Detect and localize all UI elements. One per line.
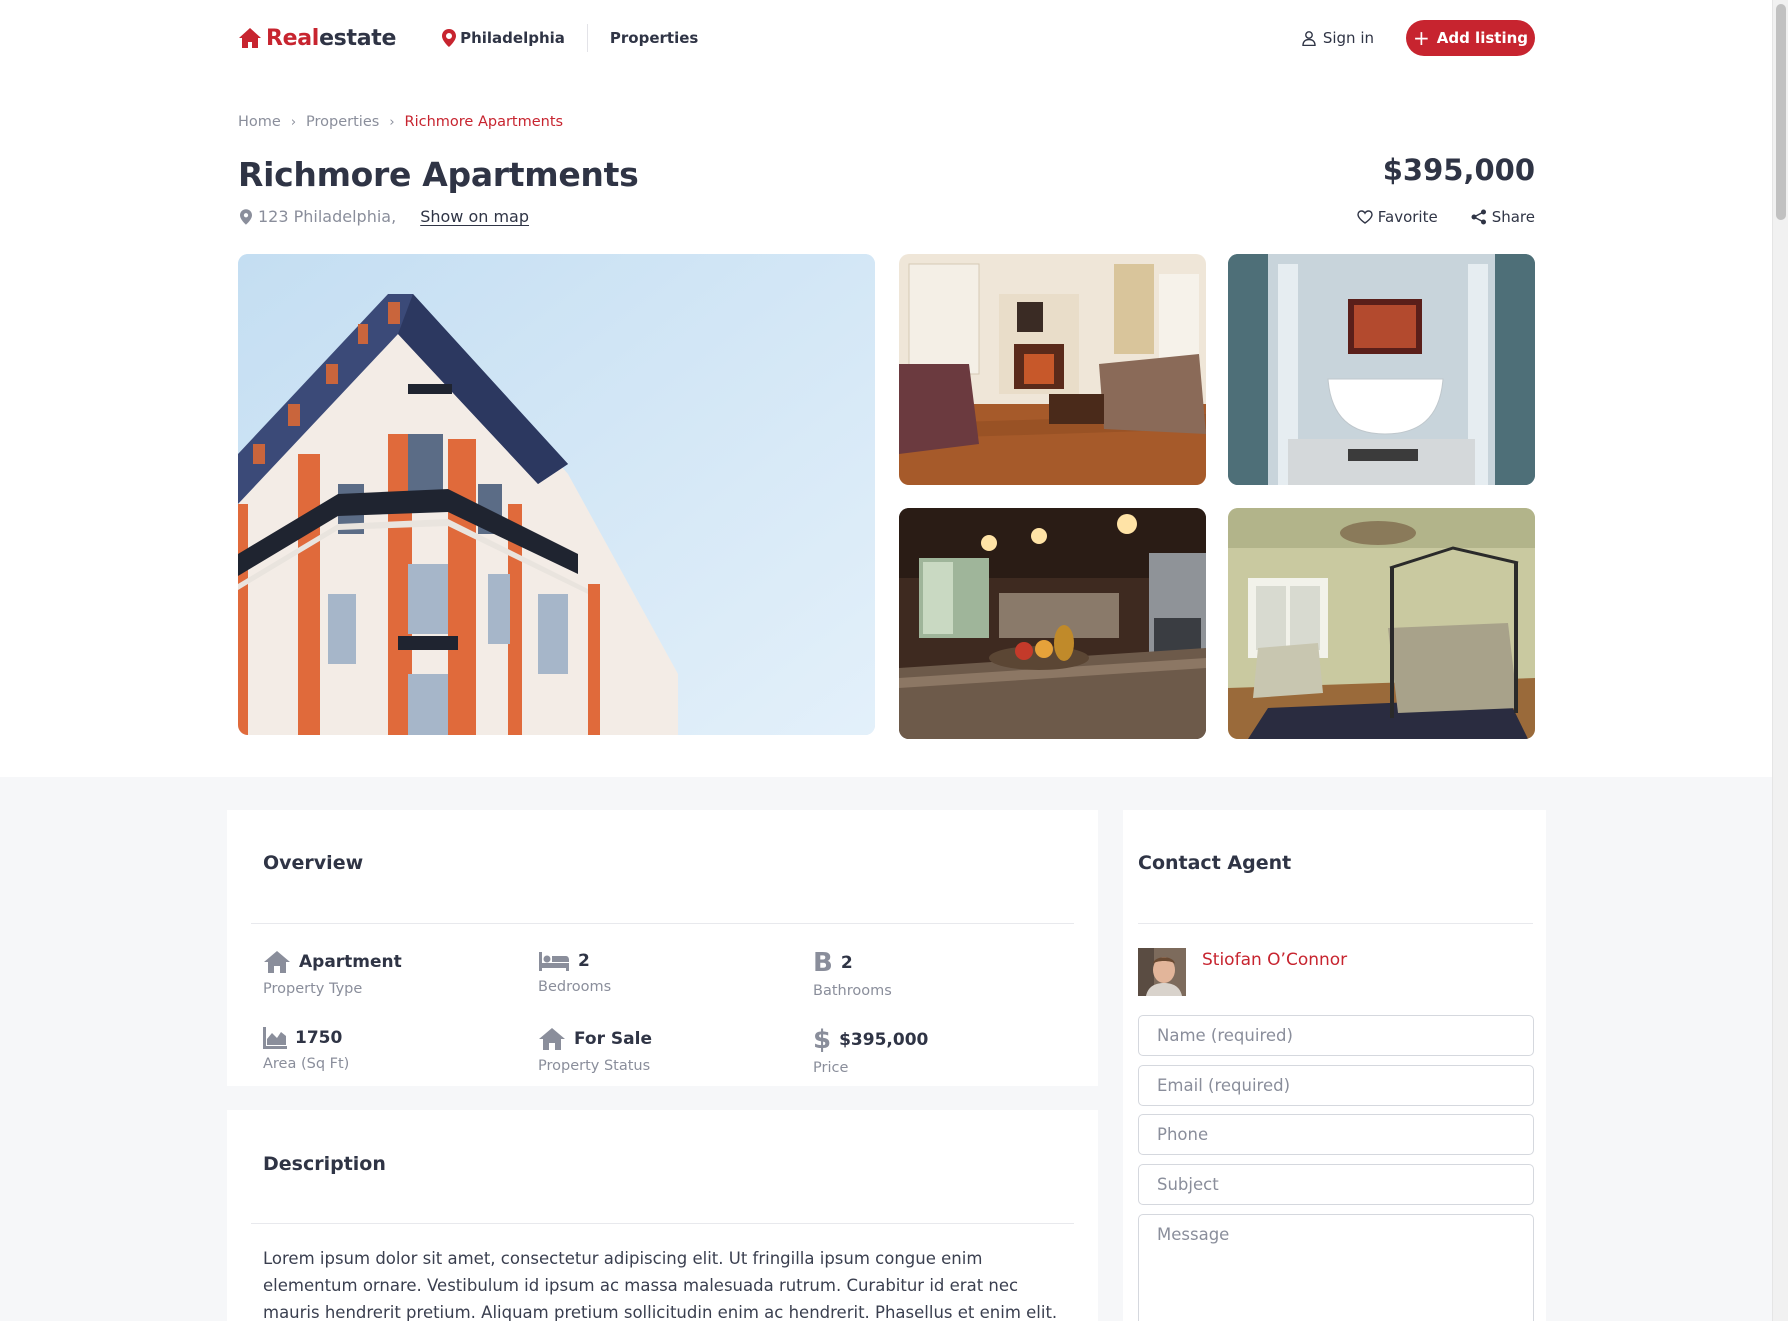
site-logo[interactable]: Real estate bbox=[238, 26, 396, 51]
share-label: Share bbox=[1491, 208, 1535, 226]
divider bbox=[251, 923, 1074, 924]
user-icon bbox=[1302, 30, 1316, 46]
breadcrumb-current: Richmore Apartments bbox=[404, 114, 564, 130]
description-card: Description Lorem ipsum dolor sit amet, … bbox=[227, 1110, 1098, 1321]
feature-label: Area (Sq Ft) bbox=[263, 1056, 350, 1072]
feature-value: 2 bbox=[840, 953, 853, 973]
divider bbox=[251, 1223, 1074, 1224]
scrollbar-thumb[interactable] bbox=[1776, 4, 1786, 220]
site-header: Real estate Philadelphia Properties Sign … bbox=[238, 18, 1535, 58]
feature-label: Property Type bbox=[263, 981, 363, 997]
add-listing-label: Add listing bbox=[1436, 29, 1528, 47]
home-icon bbox=[539, 1028, 565, 1050]
feature-value: Apartment bbox=[299, 952, 402, 972]
breadcrumb: Home › Properties › Richmore Apartments bbox=[238, 114, 563, 130]
feature-property-status: For Sale Property Status bbox=[538, 1027, 798, 1074]
listing-actions: Favorite Share bbox=[1357, 208, 1535, 226]
logo-text-estate: estate bbox=[319, 25, 397, 51]
gallery-main-photo[interactable] bbox=[238, 254, 875, 735]
chevron-right-icon: › bbox=[290, 114, 297, 130]
add-listing-button[interactable]: + Add listing bbox=[1406, 20, 1535, 56]
gallery-thumb-bathroom[interactable] bbox=[1228, 254, 1535, 485]
building-facade-illustration bbox=[238, 254, 875, 735]
phone-field[interactable] bbox=[1138, 1114, 1534, 1155]
description-title: Description bbox=[263, 1153, 386, 1175]
bed-icon bbox=[539, 952, 569, 971]
feature-value: 2 bbox=[578, 951, 590, 971]
breadcrumb-properties[interactable]: Properties bbox=[306, 114, 379, 130]
feature-bathrooms: B 2 Bathrooms bbox=[813, 950, 1073, 999]
feature-label: Bedrooms bbox=[538, 979, 612, 995]
favorite-button[interactable]: Favorite bbox=[1357, 208, 1438, 226]
agent-name-link[interactable]: Stiofan O’Connor bbox=[1202, 950, 1347, 970]
address-text: 123 Philadelphia, bbox=[258, 207, 397, 226]
feature-label: Price bbox=[813, 1060, 849, 1076]
contact-agent-card: Contact Agent Stiofan O’Connor bbox=[1123, 810, 1546, 1321]
chevron-right-icon: › bbox=[389, 114, 395, 130]
feature-area: 1750 Area (Sq Ft) bbox=[263, 1027, 523, 1072]
page-scrollbar[interactable] bbox=[1772, 0, 1788, 1321]
logo-text-real: Real bbox=[266, 25, 320, 51]
show-on-map-link[interactable]: Show on map bbox=[420, 207, 529, 226]
contact-title: Contact Agent bbox=[1138, 852, 1292, 874]
share-button[interactable]: Share bbox=[1471, 208, 1535, 226]
breadcrumb-home[interactable]: Home bbox=[238, 114, 281, 130]
bathroom-illustration bbox=[1228, 254, 1535, 485]
gallery-thumb-kitchen[interactable] bbox=[899, 508, 1206, 739]
area-chart-icon bbox=[263, 1027, 287, 1049]
nav-properties-link[interactable]: Properties bbox=[610, 29, 698, 47]
message-field[interactable] bbox=[1138, 1214, 1534, 1321]
details-section: Overview Apartment Property Type 2 Bedro… bbox=[0, 777, 1772, 1321]
kitchen-illustration bbox=[899, 508, 1206, 739]
feature-value: $395,000 bbox=[839, 1030, 929, 1050]
name-field[interactable] bbox=[1138, 1015, 1534, 1056]
feature-property-type: Apartment Property Type bbox=[263, 950, 523, 997]
bedroom-illustration bbox=[1228, 508, 1535, 739]
agent-info: Stiofan O’Connor bbox=[1138, 948, 1347, 996]
listing-address: 123 Philadelphia, Show on map bbox=[240, 207, 529, 226]
feature-bedrooms: 2 Bedrooms bbox=[538, 950, 798, 995]
feature-label: Bathrooms bbox=[813, 983, 892, 999]
agent-avatar[interactable] bbox=[1138, 948, 1186, 996]
feature-label: Property Status bbox=[538, 1058, 651, 1074]
sign-in-link[interactable]: Sign in bbox=[1302, 29, 1374, 47]
city-label: Philadelphia bbox=[460, 29, 565, 47]
feature-price: $ $395,000 Price bbox=[813, 1027, 1073, 1076]
map-pin-icon bbox=[442, 29, 457, 47]
dollar-icon: $ bbox=[813, 1025, 832, 1055]
description-text: Lorem ipsum dolor sit amet, consectetur … bbox=[263, 1249, 1058, 1321]
feature-value: For Sale bbox=[574, 1029, 652, 1049]
plus-icon: + bbox=[1412, 26, 1430, 50]
heart-icon bbox=[1357, 210, 1373, 224]
avatar-image bbox=[1138, 948, 1186, 996]
overview-title: Overview bbox=[263, 852, 364, 874]
subject-field[interactable] bbox=[1138, 1164, 1534, 1205]
gallery-thumb-living-room[interactable] bbox=[899, 254, 1206, 485]
home-logo-icon bbox=[239, 28, 261, 48]
gallery-thumb-bedroom[interactable] bbox=[1228, 508, 1535, 739]
email-field[interactable] bbox=[1138, 1065, 1534, 1106]
home-icon bbox=[264, 951, 290, 973]
page-title: Richmore Apartments bbox=[238, 155, 639, 194]
map-pin-icon bbox=[240, 208, 252, 225]
bath-icon: B bbox=[813, 948, 833, 978]
share-icon bbox=[1471, 209, 1486, 225]
living-room-illustration bbox=[899, 254, 1206, 485]
favorite-label: Favorite bbox=[1377, 208, 1438, 226]
divider bbox=[1138, 923, 1533, 924]
city-selector[interactable]: Philadelphia bbox=[442, 24, 588, 52]
listing-price: $395,000 bbox=[1382, 153, 1535, 187]
sign-in-label: Sign in bbox=[1322, 29, 1374, 47]
feature-value: 1750 bbox=[295, 1028, 343, 1048]
overview-card: Overview Apartment Property Type 2 Bedro… bbox=[227, 810, 1098, 1086]
